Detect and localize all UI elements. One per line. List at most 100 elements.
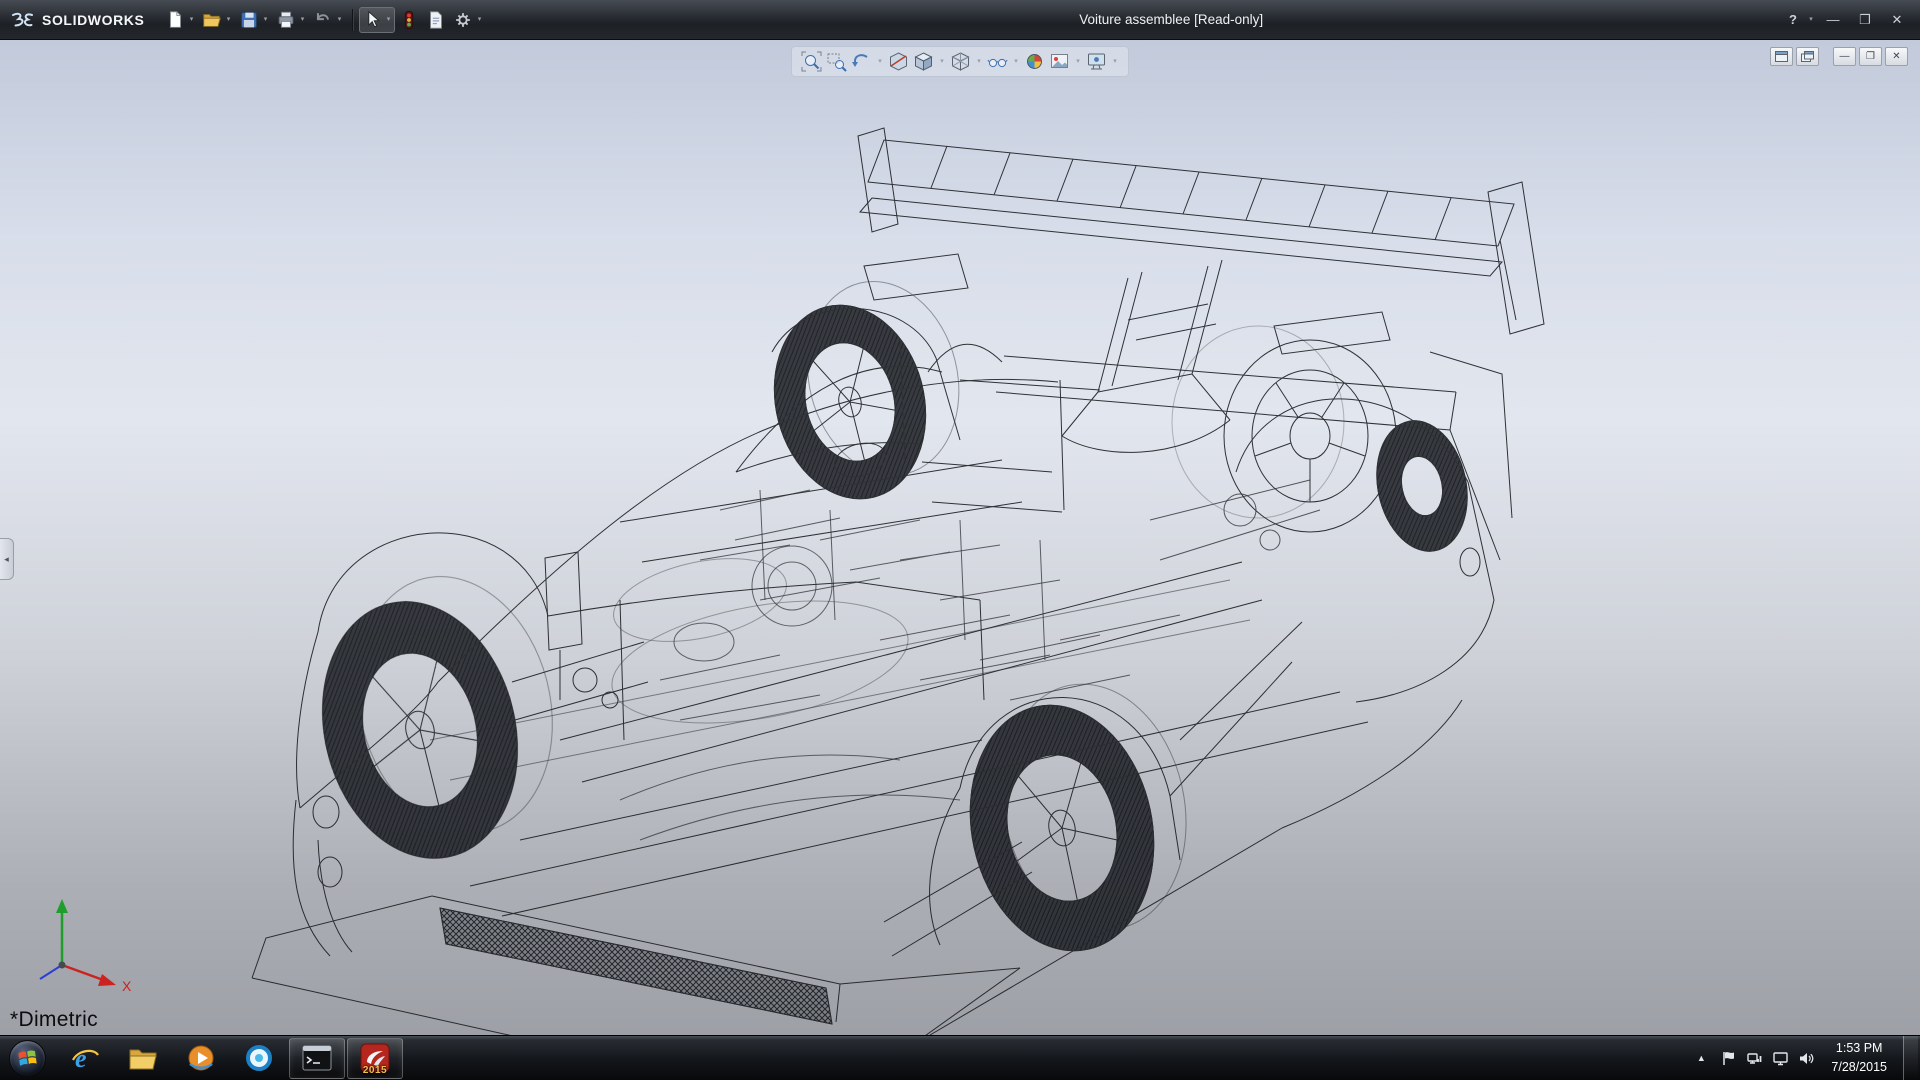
print-button[interactable]: ▾ bbox=[273, 7, 309, 33]
graphics-area[interactable]: ▾ ▾ ▾ bbox=[0, 40, 1920, 1035]
document-minimize-button[interactable]: — bbox=[1833, 47, 1856, 66]
dropdown-arrow[interactable]: ▾ bbox=[875, 57, 885, 67]
section-view-icon bbox=[888, 51, 909, 72]
speaker-icon bbox=[1798, 1050, 1815, 1067]
apply-scene-button[interactable] bbox=[1048, 50, 1071, 73]
taskbar-media-player-button[interactable] bbox=[173, 1038, 229, 1079]
dropdown-arrow[interactable]: ▾ bbox=[474, 15, 484, 25]
save-button[interactable]: ▾ bbox=[236, 7, 272, 33]
close-button[interactable]: ✕ bbox=[1882, 8, 1912, 32]
rebuild-button[interactable] bbox=[396, 7, 422, 33]
taskbar-solidworks-button[interactable]: 2015 bbox=[347, 1038, 403, 1079]
apply-scene-icon bbox=[1049, 51, 1070, 72]
dropdown-arrow[interactable]: ▾ bbox=[297, 15, 307, 25]
view-orientation-button[interactable] bbox=[912, 50, 935, 73]
internet-explorer-icon: e bbox=[70, 1043, 100, 1073]
previous-view-icon bbox=[851, 51, 872, 72]
network-icon bbox=[1746, 1050, 1763, 1067]
display-style-icon bbox=[950, 51, 971, 72]
view-settings-icon bbox=[1086, 51, 1107, 72]
dropdown-arrow[interactable]: ▾ bbox=[937, 57, 947, 67]
3ds-logo-icon bbox=[10, 11, 36, 29]
solidworks-year-badge: 2015 bbox=[348, 1065, 402, 1076]
clock-date: 7/28/2015 bbox=[1831, 1058, 1887, 1077]
dropdown-arrow[interactable]: ▾ bbox=[1110, 57, 1120, 67]
dropdown-arrow[interactable]: ▾ bbox=[334, 15, 344, 25]
show-desktop-button[interactable] bbox=[1903, 1036, 1918, 1080]
document-close-button[interactable]: ✕ bbox=[1885, 47, 1908, 66]
edit-appearance-button[interactable] bbox=[1023, 50, 1046, 73]
volume-button[interactable] bbox=[1798, 1050, 1815, 1067]
previous-view-button[interactable] bbox=[850, 50, 873, 73]
section-view-button[interactable] bbox=[887, 50, 910, 73]
display-settings-button[interactable] bbox=[1772, 1050, 1789, 1067]
window-title: Voiture assemblee [Read-only] bbox=[1079, 12, 1263, 27]
taskbar-clock[interactable]: 1:53 PM 7/28/2015 bbox=[1824, 1039, 1894, 1077]
dropdown-arrow[interactable]: ▾ bbox=[186, 15, 196, 25]
document-restore-button[interactable]: ❐ bbox=[1859, 47, 1882, 66]
taskbar-windows-explorer-button[interactable] bbox=[115, 1038, 171, 1079]
print-icon bbox=[275, 9, 297, 31]
select-arrow-icon bbox=[361, 9, 383, 31]
view-orientation-label: *Dimetric bbox=[10, 1008, 98, 1032]
show-hidden-icons-button[interactable]: ▲ bbox=[1691, 1053, 1711, 1063]
action-center-button[interactable] bbox=[1720, 1050, 1737, 1067]
dropdown-arrow[interactable]: ▾ bbox=[974, 57, 984, 67]
hide-show-items-button[interactable] bbox=[986, 50, 1009, 73]
dropdown-arrow[interactable]: ▾ bbox=[1011, 57, 1021, 67]
dropdown-arrow[interactable]: ▾ bbox=[260, 15, 270, 25]
window-controls: ? ▾ — ❐ ✕ bbox=[1782, 8, 1920, 32]
wireframe-car-model[interactable] bbox=[0, 40, 1920, 1035]
title-bar: SOLIDWORKS ▾ ▾ ▾ bbox=[0, 0, 1920, 40]
windows-taskbar: e bbox=[0, 1035, 1920, 1080]
orientation-triad: X bbox=[16, 889, 146, 993]
help-dropdown-arrow[interactable]: ▾ bbox=[1806, 15, 1816, 25]
dropdown-arrow[interactable]: ▾ bbox=[1073, 57, 1083, 67]
taskbar-internet-explorer-button[interactable]: e bbox=[57, 1038, 113, 1079]
taskbar-messenger-button[interactable] bbox=[231, 1038, 287, 1079]
help-button[interactable]: ? bbox=[1782, 8, 1804, 32]
view-orientation-cube-icon bbox=[913, 51, 934, 72]
network-status-button[interactable] bbox=[1746, 1050, 1763, 1067]
zoom-to-area-icon bbox=[826, 51, 847, 72]
options-button[interactable]: ▾ bbox=[450, 7, 486, 33]
command-prompt-icon bbox=[302, 1045, 332, 1071]
file-properties-button[interactable] bbox=[423, 7, 449, 33]
select-button[interactable]: ▾ bbox=[359, 7, 395, 33]
undo-button[interactable]: ▾ bbox=[310, 7, 346, 33]
open-button[interactable]: ▾ bbox=[199, 7, 235, 33]
dropdown-arrow[interactable]: ▾ bbox=[223, 15, 233, 25]
standard-toolbar: ▾ ▾ ▾ ▾ bbox=[162, 7, 486, 33]
minimize-button[interactable]: — bbox=[1818, 8, 1848, 32]
folder-icon bbox=[128, 1045, 158, 1071]
brand-text: SOLIDWORKS bbox=[42, 12, 144, 28]
media-player-icon bbox=[186, 1043, 216, 1073]
solidworks-window: SOLIDWORKS ▾ ▾ ▾ bbox=[0, 0, 1920, 1080]
triad-x-label: X bbox=[122, 978, 132, 993]
new-document-button[interactable]: ▾ bbox=[162, 7, 198, 33]
dropdown-arrow[interactable]: ▾ bbox=[383, 15, 393, 25]
document-window-controls: — ❐ ✕ bbox=[1770, 47, 1908, 66]
tile-windows-button[interactable] bbox=[1796, 47, 1819, 66]
open-folder-icon bbox=[201, 9, 223, 31]
restore-button[interactable]: ❐ bbox=[1850, 8, 1880, 32]
blue-circle-app-icon bbox=[244, 1043, 274, 1073]
view-settings-button[interactable] bbox=[1085, 50, 1108, 73]
appearance-ball-icon bbox=[1024, 51, 1045, 72]
new-window-button[interactable] bbox=[1770, 47, 1793, 66]
windows-orb-icon bbox=[9, 1040, 46, 1077]
start-button[interactable] bbox=[0, 1036, 54, 1080]
options-gear-icon bbox=[452, 9, 474, 31]
undo-icon bbox=[312, 9, 334, 31]
display-icon bbox=[1772, 1050, 1789, 1067]
file-properties-icon bbox=[425, 9, 447, 31]
taskbar-command-prompt-button[interactable] bbox=[289, 1038, 345, 1079]
zoom-to-fit-icon bbox=[801, 51, 822, 72]
zoom-to-area-button[interactable] bbox=[825, 50, 848, 73]
pinned-apps: e bbox=[54, 1036, 404, 1080]
featuremanager-expand-tab[interactable]: ◂ bbox=[0, 538, 14, 580]
rebuild-traffic-light-icon bbox=[398, 9, 420, 31]
display-style-button[interactable] bbox=[949, 50, 972, 73]
zoom-to-fit-button[interactable] bbox=[800, 50, 823, 73]
rear-wing bbox=[858, 128, 1544, 452]
